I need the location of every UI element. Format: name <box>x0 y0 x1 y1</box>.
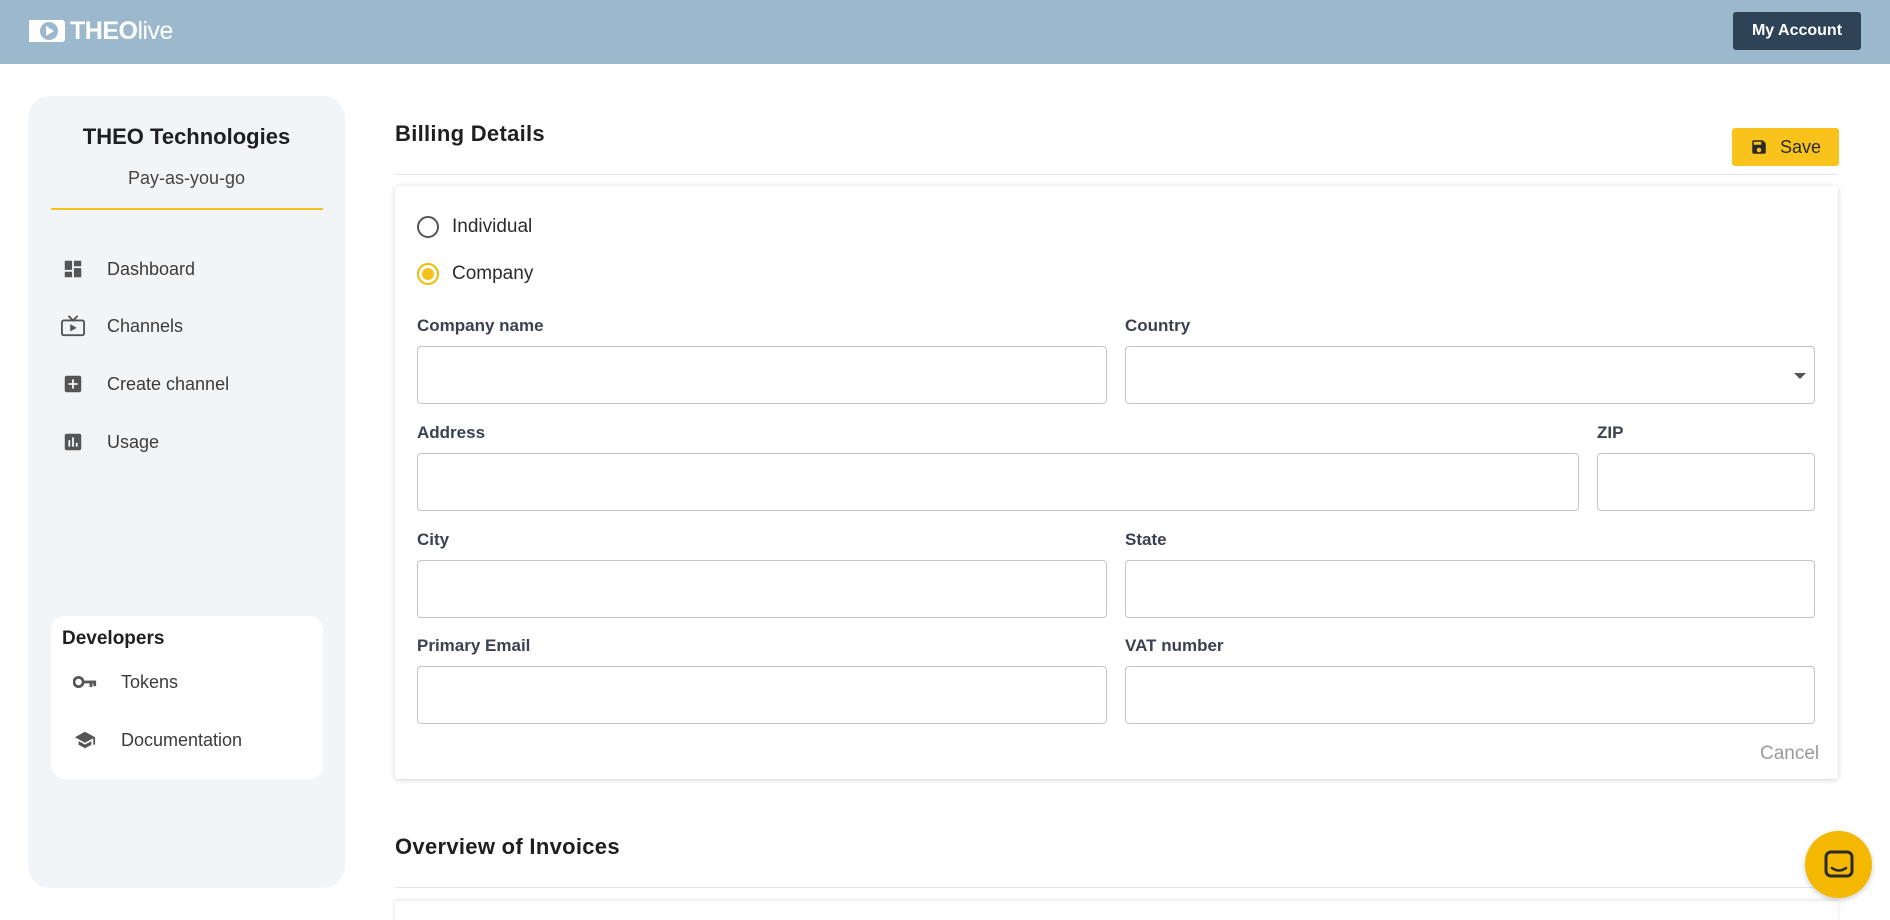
city-label: City <box>417 530 450 549</box>
vat-number-input[interactable] <box>1125 666 1815 724</box>
graduation-cap-icon <box>73 728 97 752</box>
zip-label: ZIP <box>1597 423 1624 442</box>
invoices-title: Overview of Invoices <box>395 834 620 859</box>
save-disk-icon <box>1752 140 1766 154</box>
invoices-card <box>395 901 1838 920</box>
vat-number-label: VAT number <box>1125 636 1224 655</box>
my-account-button[interactable]: My Account <box>1733 12 1861 50</box>
chat-icon <box>1824 850 1853 877</box>
sidebar-item-label: Usage <box>107 431 160 452</box>
state-label: State <box>1125 530 1167 549</box>
chat-widget-button[interactable] <box>1805 831 1872 898</box>
radio-button[interactable] <box>417 216 439 238</box>
company-name-label: Company name <box>417 316 544 335</box>
country-label: Country <box>1125 316 1191 335</box>
primary-email-label: Primary Email <box>417 636 531 655</box>
organization-plan: Pay-as-you-go <box>127 168 246 188</box>
play-logo-icon <box>29 20 65 42</box>
billing-details-title: Billing Details <box>395 121 545 146</box>
chevron-down-icon <box>1794 373 1806 379</box>
add-box-icon <box>61 372 85 396</box>
sidebar-item-dashboard[interactable]: Dashboard <box>61 249 321 289</box>
developers-card: Developers Tokens Documentation <box>51 616 323 779</box>
tv-icon <box>61 314 85 338</box>
sidebar-item-documentation[interactable]: Documentation <box>73 722 313 758</box>
radio-label: Company <box>452 263 534 284</box>
address-label: Address <box>417 423 486 442</box>
sidebar-item-label: Tokens <box>121 671 179 692</box>
sidebar-item-usage[interactable]: Usage <box>61 422 321 462</box>
organization-name: THEO Technologies <box>82 124 291 149</box>
sidebar-item-label: Channels <box>107 315 184 336</box>
company-name-input[interactable] <box>417 346 1107 404</box>
cancel-button[interactable]: Cancel <box>1760 743 1819 765</box>
radio-individual[interactable]: Individual <box>417 212 532 242</box>
theolive-logo[interactable]: THEOlive <box>28 16 173 46</box>
state-input[interactable] <box>1125 560 1815 618</box>
developers-title: Developers <box>62 628 165 649</box>
sidebar-item-label: Create channel <box>107 373 230 394</box>
key-icon <box>73 670 97 694</box>
plan-divider <box>51 208 323 210</box>
invoices-divider <box>395 887 1838 888</box>
sidebar-item-label: Dashboard <box>107 258 196 279</box>
country-select[interactable] <box>1125 346 1815 404</box>
radio-button-checked[interactable] <box>417 263 439 285</box>
logo-text-bold: THEO <box>70 16 138 45</box>
logo-text-light: live <box>137 16 173 45</box>
billing-form-card: Individual Company Company name Country … <box>395 186 1838 779</box>
radio-label: Individual <box>452 216 533 237</box>
sidebar-item-label: Documentation <box>121 729 243 750</box>
radio-company[interactable]: Company <box>417 259 533 289</box>
sidebar-item-tokens[interactable]: Tokens <box>73 664 313 700</box>
sidebar: THEO Technologies Pay-as-you-go Dashboar… <box>28 96 345 888</box>
billing-divider <box>395 174 1838 175</box>
address-input[interactable] <box>417 453 1579 511</box>
save-button[interactable]: Save <box>1732 128 1839 166</box>
sidebar-item-channels[interactable]: Channels <box>61 306 321 346</box>
primary-email-input[interactable] <box>417 666 1107 724</box>
save-button-label: Save <box>1779 136 1822 157</box>
bar-chart-icon <box>61 430 85 454</box>
dashboard-icon <box>61 257 85 281</box>
city-input[interactable] <box>417 560 1107 618</box>
top-bar: THEOlive My Account <box>0 0 1890 64</box>
sidebar-item-create-channel[interactable]: Create channel <box>61 364 321 404</box>
zip-input[interactable] <box>1597 453 1815 511</box>
